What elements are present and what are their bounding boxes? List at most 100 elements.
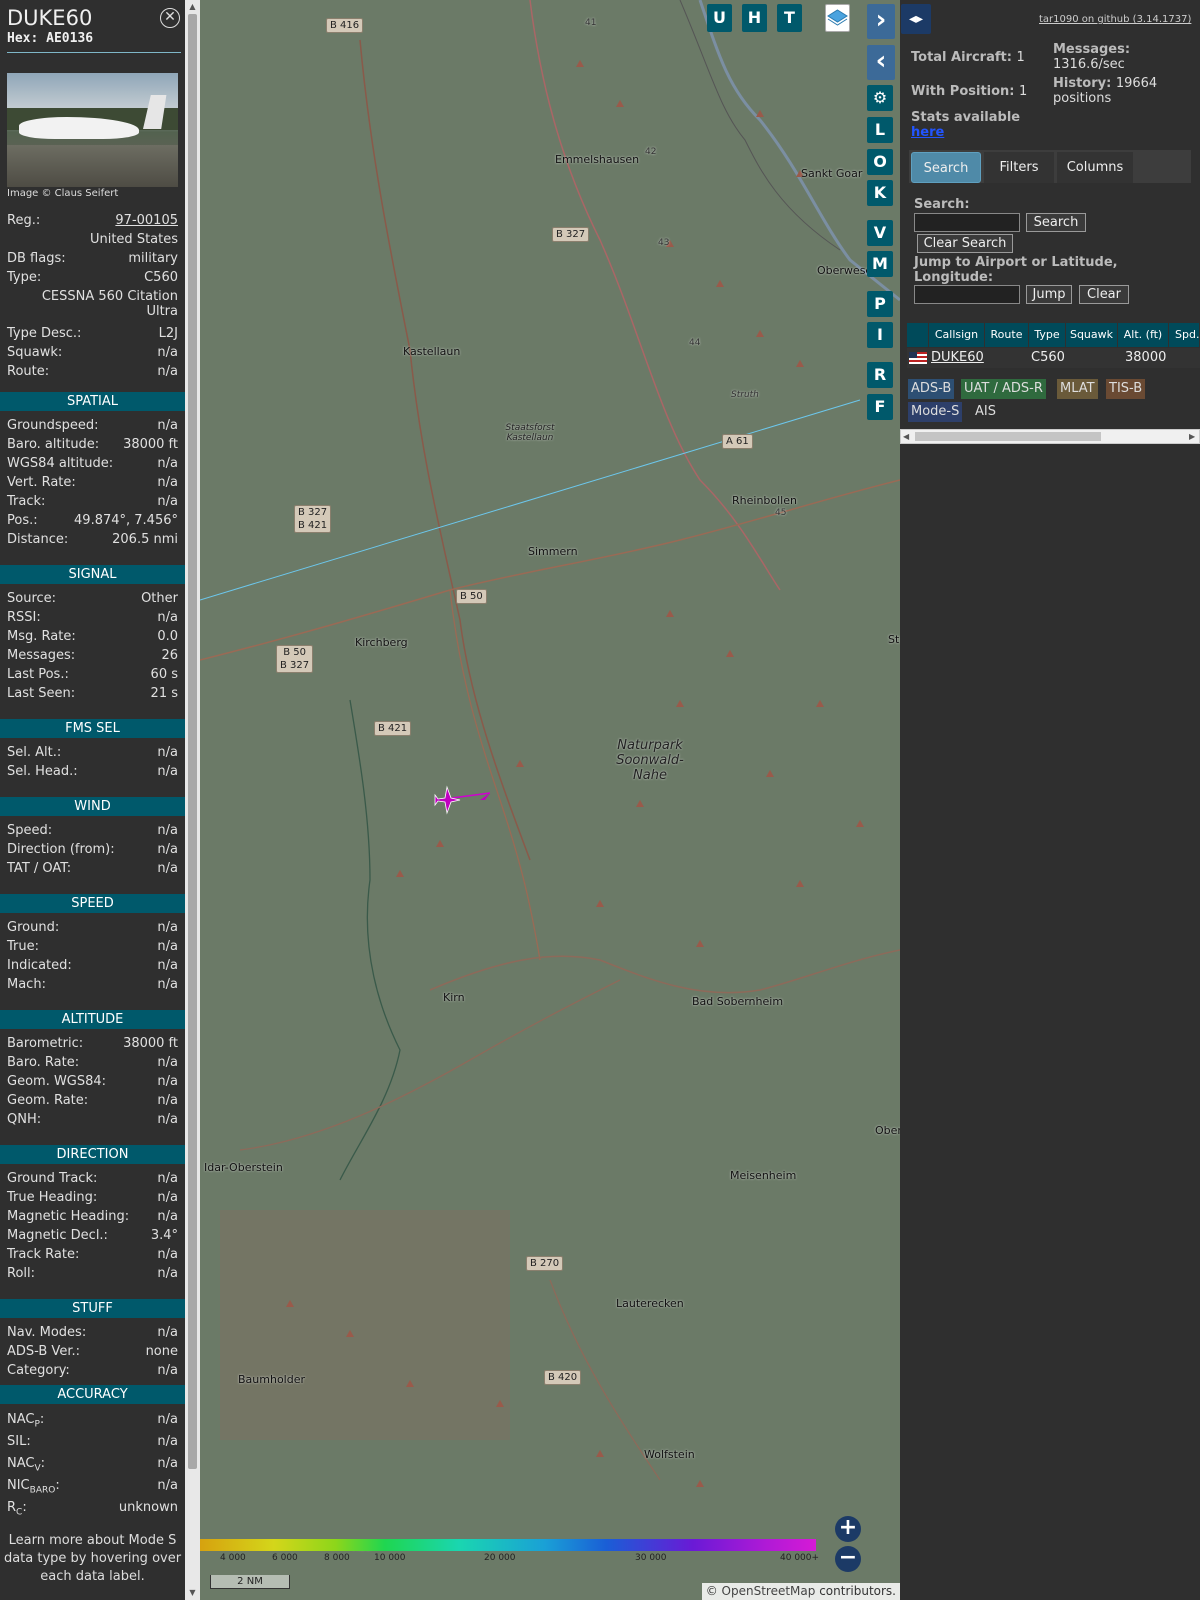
map-town: Simmern <box>528 545 578 558</box>
detail-row: Pos.: 49.874°, 7.456° <box>7 513 178 528</box>
section-header: STUFF <box>0 1299 185 1318</box>
search-button[interactable]: Search <box>1026 213 1086 232</box>
tab-filters[interactable]: Filters <box>984 152 1054 183</box>
sidebar-scrollbar-thumb[interactable] <box>188 14 197 1469</box>
map-town: Baumholder <box>238 1373 306 1386</box>
legend-adsb: ADS-B <box>908 379 955 399</box>
scroll-up-icon[interactable]: ▲ <box>187 2 198 12</box>
detail-row: Baro. altitude: 38000 ft <box>7 437 178 452</box>
aircraft-photo[interactable] <box>7 73 178 187</box>
map-button-h[interactable]: H <box>742 4 767 32</box>
jump-label: Jump to Airport or Latitude, Longitude: <box>914 255 1118 285</box>
map-town: Bad Sobernheim <box>692 995 784 1008</box>
map-button-t[interactable]: T <box>777 4 802 32</box>
detail-row: Ground Track: n/a <box>7 1171 178 1186</box>
table-scrollbar-thumb[interactable] <box>915 432 1101 441</box>
detail-row: Mach: n/a <box>7 977 178 992</box>
prev-aircraft-button[interactable]: ‹ <box>867 45 895 80</box>
detail-row: Source: Other <box>7 591 178 606</box>
legend-tick: 40 000+ <box>780 1553 820 1563</box>
map-button-r[interactable]: R <box>867 362 893 388</box>
legend-tisb: TIS-B <box>1106 379 1146 399</box>
map-button-f[interactable]: F <box>867 394 893 420</box>
aircraft-marker-icon[interactable] <box>432 785 462 815</box>
column-speed[interactable]: Spd. <box>1169 323 1200 347</box>
map-town: Kirchberg <box>355 636 408 649</box>
map-town: Kastellaun <box>403 345 461 358</box>
map-button-p[interactable]: P <box>867 291 893 317</box>
table-scrollbar[interactable]: ◀ ▶ <box>900 429 1200 444</box>
close-icon[interactable]: ✕ <box>160 8 180 28</box>
map-scale-bar: 2 NM <box>210 1575 290 1589</box>
info-row: Route: n/a <box>7 364 178 379</box>
map-button-i[interactable]: I <box>867 322 893 348</box>
jump-button[interactable]: Jump <box>1026 285 1072 304</box>
detail-row: Last Seen: 21 s <box>7 686 178 701</box>
registration-link[interactable]: 97-00105 <box>115 213 178 232</box>
road-number: 44 <box>689 338 701 348</box>
road-number: 43 <box>658 238 670 248</box>
total-aircraft: Total Aircraft: 1 <box>911 50 1025 65</box>
history-stat: History: 19664 positions <box>1053 76 1158 106</box>
column-altitude[interactable]: Alt. (ft) <box>1118 323 1169 347</box>
altitude-color-legend <box>200 1539 816 1551</box>
road-label: B 421 <box>374 721 412 736</box>
column-type[interactable]: Type <box>1029 323 1066 347</box>
legend-modes: Mode-S <box>908 402 963 422</box>
detail-row: WGS84 altitude: n/a <box>7 456 178 471</box>
map-town: Struth <box>731 390 759 400</box>
aircraft-list-panel: ◂▸ tar1090 on github (3.14.1737) Total A… <box>900 0 1200 1600</box>
clear-button[interactable]: Clear <box>1079 285 1129 304</box>
photo-credit: Image © Claus Seifert <box>7 188 119 199</box>
info-row: DB flags: military <box>7 251 178 266</box>
tab-search[interactable]: Search <box>911 152 981 183</box>
info-row: Type Desc.: L2J <box>7 326 178 341</box>
detail-row: Magnetic Heading: n/a <box>7 1209 178 1224</box>
column-squawk[interactable]: Squawk <box>1066 323 1118 347</box>
detail-row: Roll: n/a <box>7 1266 178 1281</box>
mode-s-help-text: Learn more about Mode S data type by hov… <box>3 1533 182 1584</box>
accuracy-row: NACV: n/a <box>7 1456 178 1474</box>
map-button-m[interactable]: M <box>867 251 893 277</box>
osm-link[interactable]: OpenStreetMap <box>722 1584 816 1598</box>
zoom-in-button[interactable]: + <box>835 1516 861 1542</box>
tab-columns[interactable]: Columns <box>1057 152 1133 183</box>
section-header: DIRECTION <box>0 1145 185 1164</box>
row-callsign[interactable]: DUKE60 <box>929 348 985 368</box>
layers-icon[interactable] <box>825 4 850 32</box>
stats-link[interactable]: here <box>911 125 944 140</box>
map-button-l[interactable]: L <box>867 117 893 143</box>
info-row: CESSNA 560 Citation Ultra <box>41 289 178 319</box>
selected-callsign: DUKE60 <box>7 6 93 30</box>
expand-panel-button[interactable]: ◂▸ <box>901 4 931 34</box>
column-flag[interactable] <box>907 323 929 347</box>
search-input[interactable] <box>914 213 1020 232</box>
map-view[interactable]: B 416 B 327 B 327 B 421 B 50 B 50 B 327 B … <box>200 0 900 1600</box>
column-route[interactable]: Route <box>985 323 1029 347</box>
settings-gear-icon[interactable]: ⚙ <box>867 85 893 111</box>
with-position: With Position: 1 <box>911 84 1028 99</box>
map-button-v[interactable]: V <box>867 220 893 246</box>
version-link[interactable]: tar1090 on github (3.14.1737) <box>1039 14 1191 25</box>
section-header: ACCURACY <box>0 1385 185 1404</box>
road-label: B 50 <box>456 589 487 604</box>
map-button-k[interactable]: K <box>867 180 893 206</box>
legend-tick: 10 000 <box>374 1553 406 1563</box>
zoom-out-button[interactable]: − <box>835 1546 861 1572</box>
scroll-right-icon[interactable]: ▶ <box>1189 431 1197 442</box>
road-label: B 416 <box>326 18 364 33</box>
clear-search-button[interactable]: Clear Search <box>917 234 1013 253</box>
map-town: Oberwese <box>817 264 873 277</box>
column-callsign[interactable]: Callsign <box>929 323 985 347</box>
map-button-o[interactable]: O <box>867 149 893 175</box>
scroll-down-icon[interactable]: ▼ <box>187 1588 198 1598</box>
detail-row: Nav. Modes: n/a <box>7 1325 178 1340</box>
detail-row: Groundspeed: n/a <box>7 418 178 433</box>
map-button-u[interactable]: U <box>707 4 732 32</box>
road-label: B 50 B 327 <box>276 645 314 673</box>
us-flag-icon <box>907 348 929 368</box>
jump-input[interactable] <box>914 285 1020 304</box>
next-aircraft-button[interactable]: › <box>867 4 895 39</box>
scroll-left-icon[interactable]: ◀ <box>903 431 911 442</box>
info-row: United States <box>89 232 178 247</box>
